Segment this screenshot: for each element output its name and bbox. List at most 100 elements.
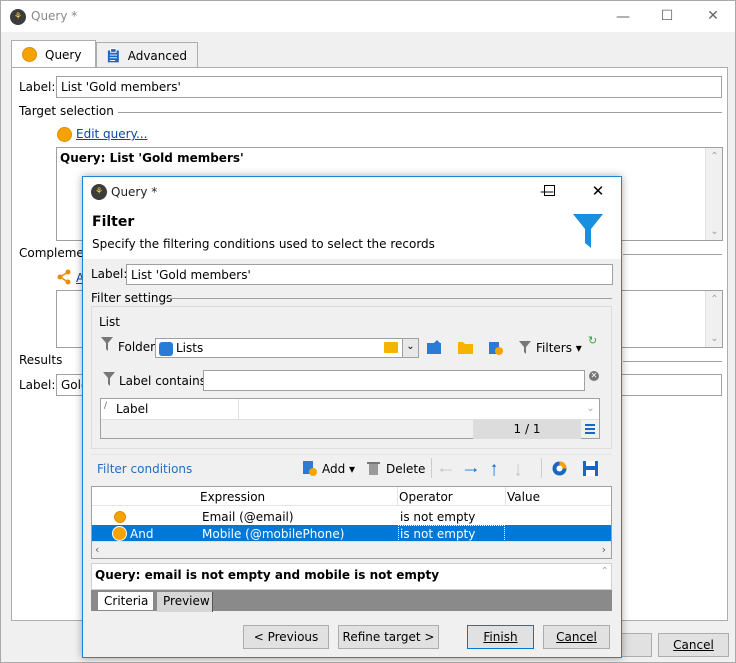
list-grid-footer: 1 / 1 <box>101 419 599 439</box>
pager: 1 / 1 <box>473 420 581 439</box>
query-tab-icon <box>22 47 37 62</box>
label-contains-field[interactable] <box>203 370 585 391</box>
minimize-icon[interactable]: — <box>615 9 631 25</box>
divider <box>623 254 722 255</box>
folder-value: Lists <box>176 341 204 355</box>
scroll-right-icon[interactable]: › <box>602 543 606 556</box>
conditions-grid[interactable]: Expression Operator Value Email (@email)… <box>91 486 612 559</box>
condition-icon <box>114 511 126 523</box>
tab-query[interactable]: Query <box>11 40 96 68</box>
filter-conditions-heading: Filter conditions <box>97 462 193 476</box>
row-bool-operator: And <box>130 527 154 541</box>
clear-icon[interactable]: ✕ <box>589 371 599 381</box>
folder-up-icon[interactable] <box>426 339 443 356</box>
edit-query-link[interactable]: Edit query... <box>76 127 147 141</box>
results-label-caption: Label: <box>19 378 56 392</box>
scroll-up-icon[interactable]: ⌃ <box>706 291 723 308</box>
tab-query-label: Query <box>45 47 82 62</box>
list-grid[interactable]: / Label ⌄ 1 / 1 <box>100 398 600 439</box>
clipboard-icon <box>107 48 119 63</box>
arrow-right-icon[interactable]: 🠂 <box>464 458 478 487</box>
outer-cancel-button[interactable]: Cancel <box>658 633 729 657</box>
app-logo-icon: ⚘ <box>10 9 26 25</box>
label-caption: Label: <box>19 80 56 94</box>
label-field[interactable]: List 'Gold members' <box>56 76 722 98</box>
tab-advanced[interactable]: Advanced <box>96 42 198 68</box>
dialog-header: Filter Specify the filtering conditions … <box>83 207 621 259</box>
tab-criteria[interactable]: Criteria <box>97 591 154 611</box>
maximize-icon[interactable]: ☐ <box>659 8 675 24</box>
dialog-cancel-button[interactable]: Cancel <box>543 625 610 649</box>
arrow-down-icon[interactable]: 🠃 <box>515 458 521 487</box>
save-icon[interactable] <box>582 460 599 477</box>
tab-preview[interactable]: Preview <box>157 592 213 612</box>
pie-chart-icon[interactable] <box>551 460 568 477</box>
conditions-grid-header: Expression Operator Value <box>92 487 611 506</box>
label-filter-icon <box>103 372 115 386</box>
filter-small-icon <box>101 337 113 351</box>
edit-query-icon <box>57 127 72 142</box>
tab-advanced-label: Advanced <box>127 48 187 63</box>
close-icon[interactable]: ✕ <box>705 8 721 24</box>
column-value[interactable]: Value <box>507 490 540 504</box>
filter-settings-heading: Filter settings <box>91 291 177 305</box>
scroll-down-icon[interactable]: ⌄ <box>706 223 723 240</box>
target-selection-heading: Target selection <box>19 104 118 118</box>
scroll-down-icon[interactable]: ⌄ <box>582 399 599 419</box>
list-column-header[interactable]: / Label <box>101 399 239 419</box>
previous-button[interactable]: < Previous <box>243 625 329 649</box>
dialog-label-field[interactable]: List 'Gold members' <box>126 264 613 285</box>
arrow-up-icon[interactable]: 🠁 <box>491 458 497 487</box>
add-button[interactable]: Add ▾ <box>322 462 355 476</box>
close-icon[interactable]: ✕ <box>590 183 606 199</box>
column-operator[interactable]: Operator <box>399 490 453 504</box>
dialog-subheading: Specify the filtering conditions used to… <box>92 237 435 251</box>
new-list-icon[interactable] <box>487 339 504 356</box>
query-text: Query: List 'Gold members' <box>60 151 244 165</box>
query-summary: Query: email is not empty and mobile is … <box>95 568 440 582</box>
label-contains-caption: Label contains: <box>119 374 211 388</box>
refine-target-button[interactable]: Refine target > <box>338 625 439 649</box>
table-row[interactable]: And Mobile (@mobilePhone) is not empty <box>92 525 611 542</box>
folder-dropdown-button[interactable]: ⌄ <box>402 338 419 358</box>
dialog-label-caption: Label: <box>91 267 128 281</box>
vertical-scrollbar[interactable]: ⌃ ⌄ <box>705 148 722 240</box>
column-expression[interactable]: Expression <box>200 490 265 504</box>
divider <box>106 112 722 113</box>
finish-button[interactable]: Finish <box>467 625 534 649</box>
folder-caption: Folder: <box>118 340 159 354</box>
horizontal-scrollbar[interactable]: ‹ › <box>92 541 611 558</box>
filter-dialog: ⚘ Query * — ✕ Filter Specify the filteri… <box>82 176 622 658</box>
refresh-icon[interactable]: ↻ <box>588 334 597 347</box>
scroll-up-icon[interactable]: ⌃ <box>601 566 609 577</box>
menu-icon[interactable] <box>585 424 595 434</box>
filters-button[interactable]: Filters ▾ <box>536 341 582 355</box>
app-logo-icon: ⚘ <box>91 184 107 200</box>
funnel-icon <box>573 214 603 248</box>
table-row[interactable]: Email (@email) is not empty <box>92 508 611 525</box>
list-column-label: Label <box>116 402 149 416</box>
filters-funnel-icon <box>519 341 531 354</box>
open-folder-icon[interactable] <box>457 340 474 355</box>
outer-window-title: Query * <box>31 9 78 23</box>
dialog-heading: Filter <box>92 214 135 230</box>
toolbar-separator <box>541 458 542 478</box>
vertical-scrollbar[interactable]: ⌃ ⌄ <box>705 291 722 347</box>
bottom-tabs-bar: Criteria Preview <box>91 590 612 612</box>
list-group-heading: List <box>99 315 120 329</box>
scroll-left-icon[interactable]: ‹ <box>95 543 99 556</box>
column-divider <box>505 487 506 506</box>
scroll-up-icon[interactable]: ⌃ <box>706 148 723 165</box>
delete-button[interactable]: Delete <box>386 462 425 476</box>
trash-icon <box>367 462 380 475</box>
maximize-icon-box[interactable] <box>544 185 555 196</box>
folder-select[interactable]: Lists <box>155 338 403 358</box>
column-divider <box>397 487 398 506</box>
row-expression: Email (@email) <box>202 510 294 524</box>
arrow-left-icon[interactable]: 🠀 <box>439 458 453 487</box>
dialog-titlebar: ⚘ Query * — ✕ <box>83 177 621 207</box>
and-condition-icon <box>112 526 127 541</box>
conditions-toolbar: Filter conditions Add ▾ Delete 🠀 🠂 🠁 🠃 <box>91 454 612 481</box>
row-expression: Mobile (@mobilePhone) <box>202 527 345 541</box>
scroll-down-icon[interactable]: ⌄ <box>706 330 723 347</box>
